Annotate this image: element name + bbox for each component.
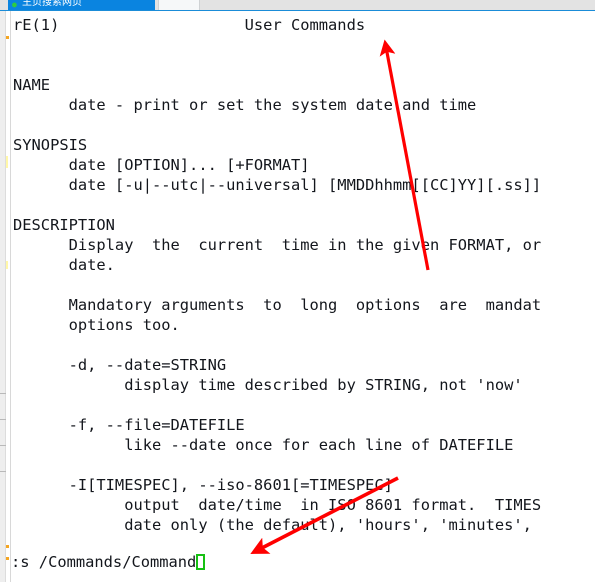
gutter-tick bbox=[0, 419, 6, 420]
green-dot-icon: ● bbox=[12, 0, 17, 9]
command-line[interactable]: :s /Commands/Command bbox=[11, 552, 595, 574]
text-cursor-box-icon bbox=[196, 554, 206, 570]
gutter-dot-marker bbox=[6, 545, 9, 548]
gutter-tick bbox=[0, 393, 6, 394]
left-gutter[interactable] bbox=[0, 11, 11, 582]
screen: ● 主页搜索网页 rE(1) User Commands NAME date -… bbox=[0, 0, 595, 582]
man-page-viewport[interactable]: rE(1) User Commands NAME date - print or… bbox=[11, 11, 595, 582]
command-line-text: :s /Commands/Command bbox=[11, 553, 197, 571]
gutter-tick bbox=[0, 471, 6, 472]
gutter-highlight-marker bbox=[6, 156, 8, 168]
gutter-highlight-marker bbox=[6, 261, 8, 269]
gutter-dot-marker bbox=[6, 557, 9, 560]
gutter-dot-marker bbox=[6, 36, 9, 39]
browser-tab-strip: ● 主页搜索网页 bbox=[0, 0, 595, 11]
browser-tab-title: 主页搜索网页 bbox=[22, 0, 82, 8]
man-page-text: rE(1) User Commands NAME date - print or… bbox=[13, 16, 542, 534]
gutter-tick bbox=[0, 445, 6, 446]
left-gutter-track[interactable] bbox=[0, 11, 6, 582]
